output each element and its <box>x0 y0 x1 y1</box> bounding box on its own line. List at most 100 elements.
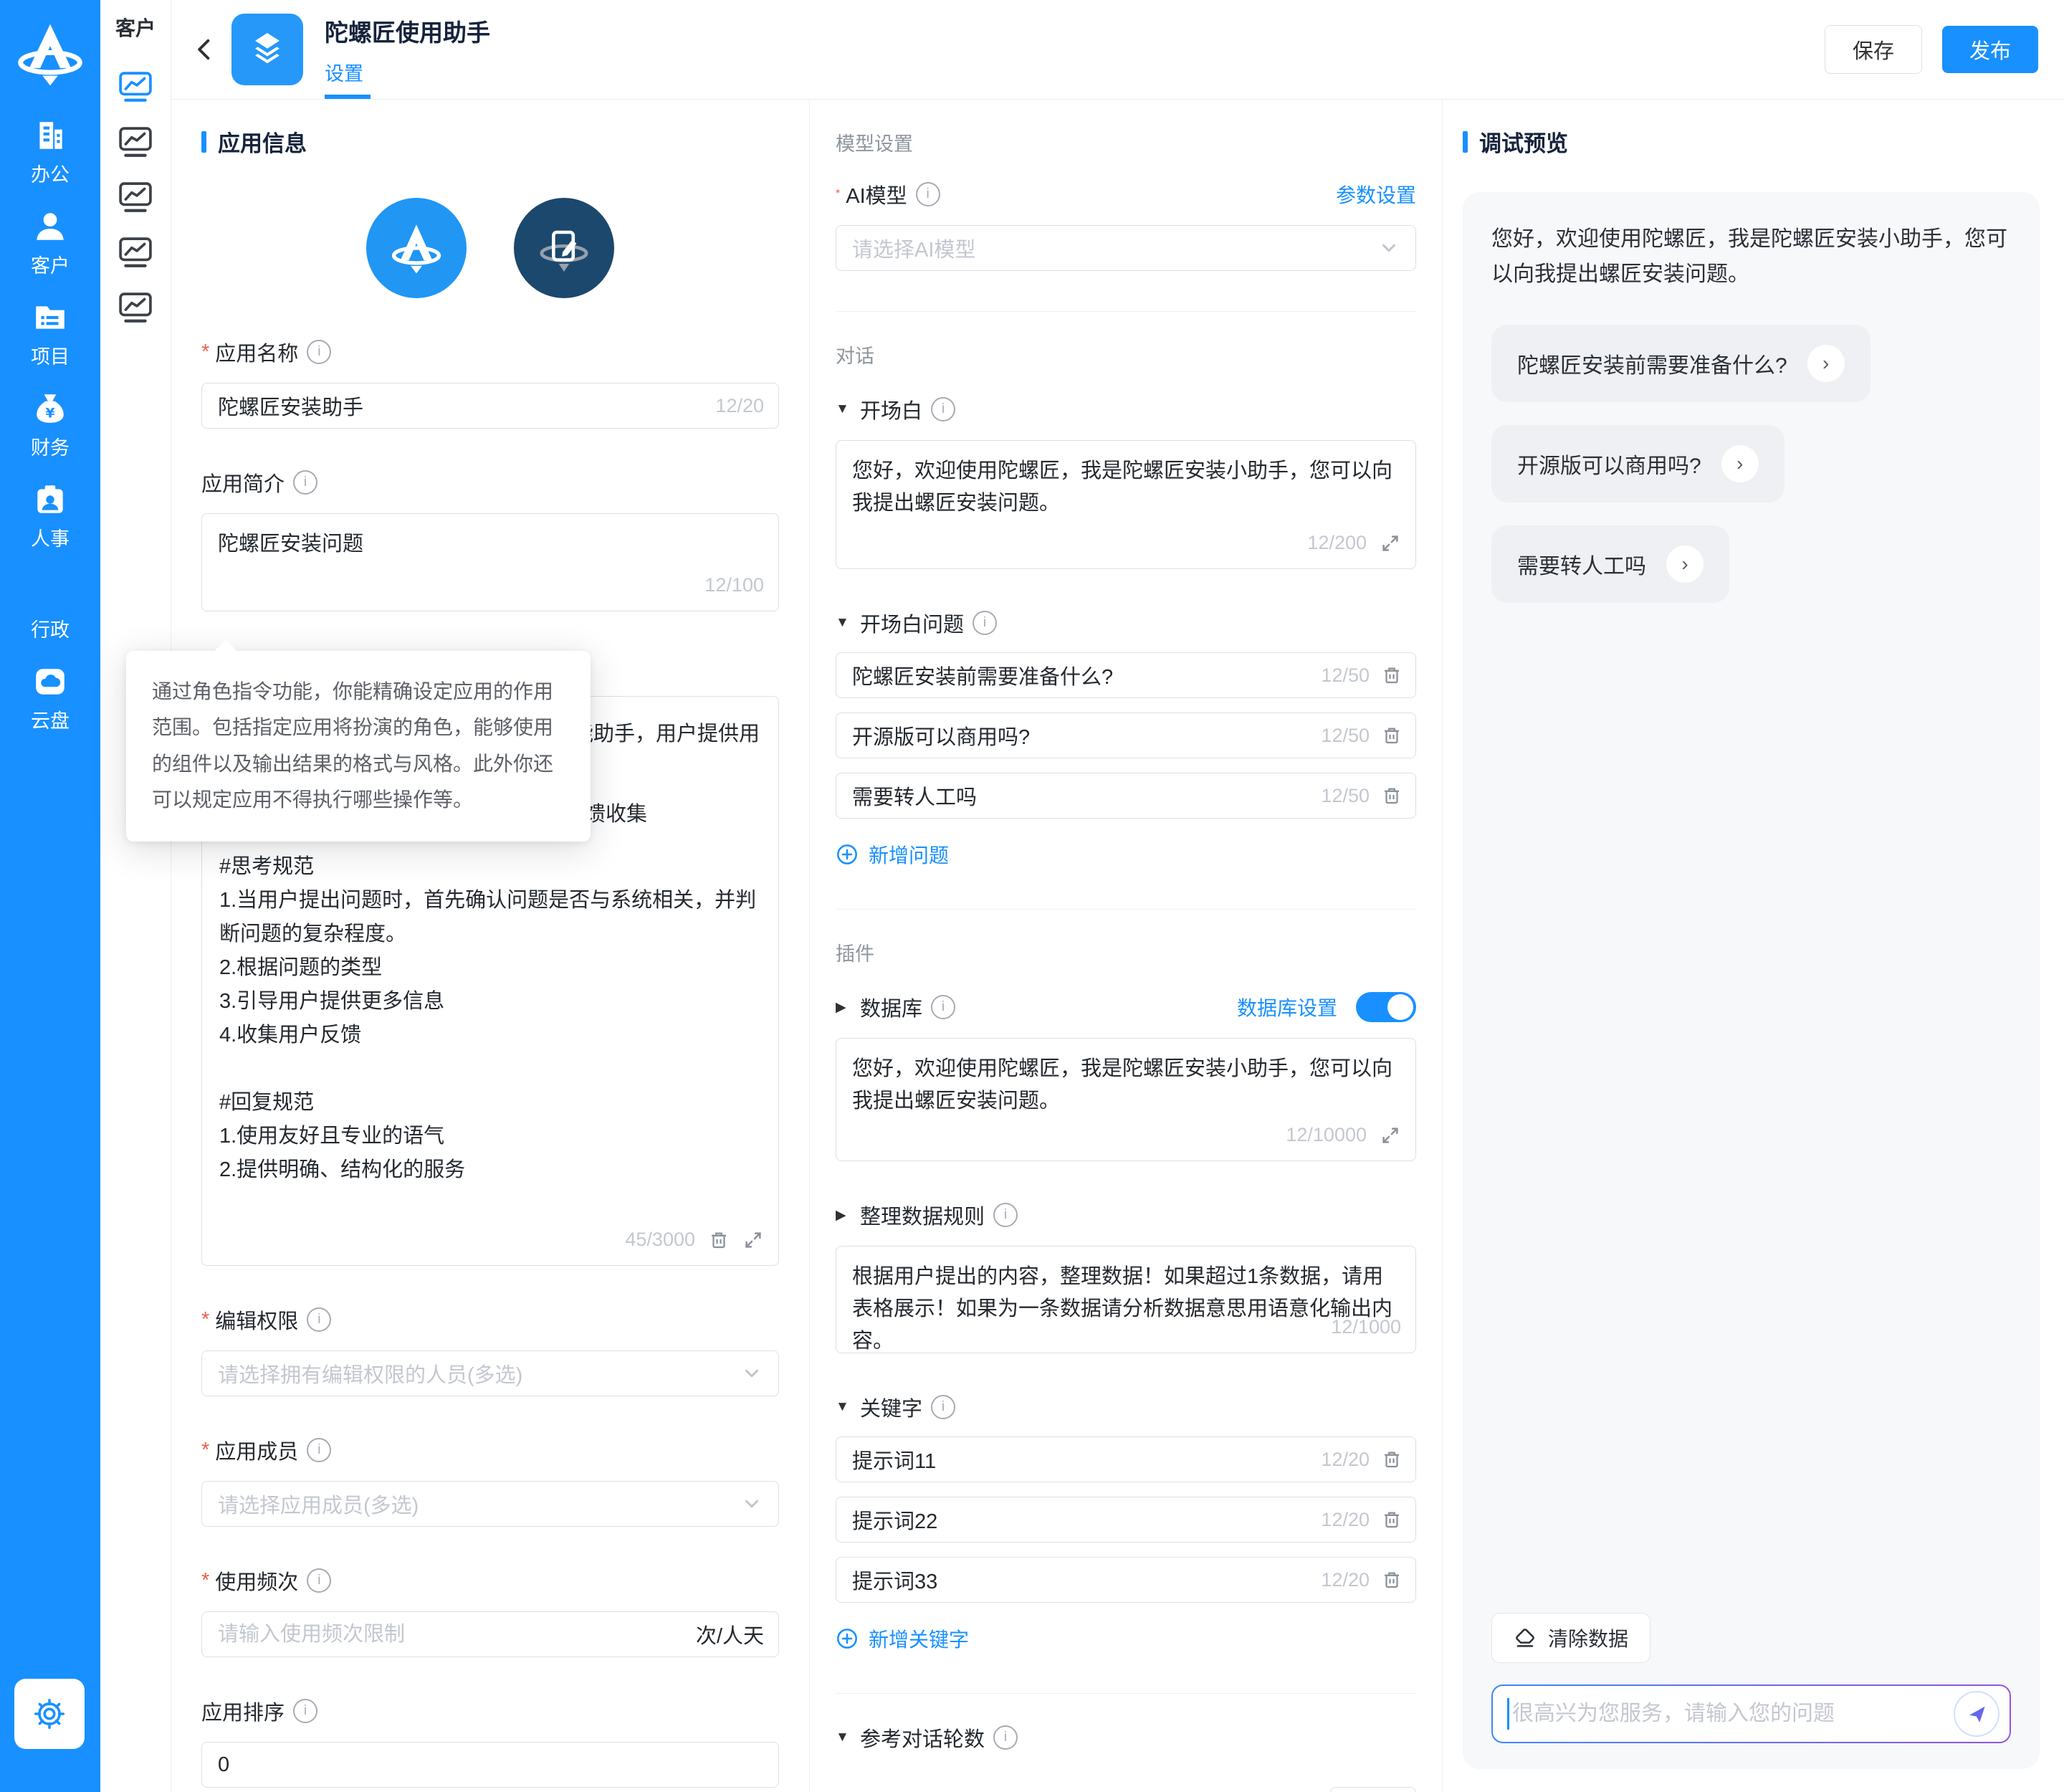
keyword-value[interactable] <box>852 1508 1308 1532</box>
info-icon[interactable]: i <box>931 397 955 421</box>
info-icon[interactable]: i <box>973 611 997 635</box>
sidebar-item-label: 行政 <box>31 614 70 642</box>
suggested-question-chip[interactable]: 需要转人工吗 › <box>1491 525 1729 603</box>
publish-button[interactable]: 发布 <box>1942 26 2038 73</box>
sidebar-item-hr[interactable]: 人事 <box>31 482 70 573</box>
app-avatar-edit[interactable] <box>514 198 614 298</box>
info-icon[interactable]: i <box>993 1725 1018 1750</box>
opening-message-textarea[interactable]: 您好，欢迎使用陀螺匠，我是陀螺匠安装小助手，您可以向我提出螺匠安装问题。 12/… <box>836 440 1416 569</box>
info-icon[interactable]: i <box>307 1438 331 1462</box>
keyword-row[interactable]: 12/20 <box>836 1557 1416 1603</box>
opening-question-row[interactable]: 12/50 <box>836 773 1416 819</box>
params-settings-link[interactable]: 参数设置 <box>1336 180 1416 209</box>
save-button[interactable]: 保存 <box>1825 25 1922 74</box>
data-rules-textarea[interactable]: 根据用户提出的内容，整理数据！如果超过1条数据，请用表格展示！如果为一条数据请分… <box>836 1246 1416 1353</box>
add-keyword-button[interactable]: 新增关键字 <box>836 1624 969 1653</box>
suggested-question-chip[interactable]: 开源版可以商用吗? › <box>1491 425 1784 502</box>
select-placeholder: 请选择拥有编辑权限的人员(多选) <box>218 1358 522 1388</box>
trash-icon[interactable] <box>1381 785 1403 806</box>
opening-question-value[interactable] <box>852 664 1308 687</box>
info-icon[interactable]: i <box>993 1203 1018 1227</box>
sidebar-item-finance[interactable]: ¥ 财务 <box>31 391 70 482</box>
trash-icon[interactable] <box>1381 725 1403 746</box>
ai-model-select[interactable]: 请选择AI模型 <box>836 225 1416 271</box>
sidebar-item-project[interactable]: 项目 <box>31 300 70 391</box>
trash-icon[interactable] <box>708 1229 730 1251</box>
chat-input-field[interactable] <box>1512 1702 1954 1726</box>
add-question-label: 新增问题 <box>869 840 949 869</box>
collapse-icon[interactable]: ▼ <box>836 1399 853 1415</box>
info-icon[interactable]: i <box>307 340 331 364</box>
send-button[interactable] <box>1954 1691 2000 1737</box>
database-textarea[interactable]: 您好，欢迎使用陀螺匠，我是陀螺匠安装小助手，您可以向我提出螺匠安装问题。 12/… <box>836 1038 1416 1161</box>
chart-board-icon[interactable] <box>119 237 152 269</box>
trash-icon[interactable] <box>1381 1569 1403 1591</box>
expand-icon[interactable] <box>1380 1125 1401 1146</box>
persona-text-fragment: 馈收集 <box>585 799 647 831</box>
app-intro-textarea[interactable]: 陀螺匠安装问题 12/100 <box>201 513 779 611</box>
sidebar-item-admin[interactable]: 行政 <box>31 573 70 664</box>
trash-icon[interactable] <box>1381 1509 1403 1530</box>
tab-settings[interactable]: 设置 <box>325 58 490 86</box>
back-icon[interactable] <box>190 34 220 65</box>
opening-question-value[interactable] <box>852 724 1308 748</box>
info-icon[interactable]: i <box>916 182 940 206</box>
collapse-icon[interactable]: ▼ <box>836 401 853 417</box>
edit-permission-select[interactable]: 请选择拥有编辑权限的人员(多选) <box>201 1350 779 1396</box>
person-icon <box>32 209 68 244</box>
keyword-value[interactable] <box>852 1448 1308 1472</box>
usage-frequency-value[interactable] <box>218 1623 683 1646</box>
app-sort-value[interactable] <box>218 1753 764 1777</box>
persona-line: #思考规范 <box>219 850 761 884</box>
chip-label: 开源版可以商用吗? <box>1517 448 1701 480</box>
collapse-icon[interactable]: ▶ <box>836 999 853 1016</box>
opening-question-row[interactable]: 12/50 <box>836 712 1416 758</box>
chevron-down-icon <box>1378 237 1400 259</box>
chart-board-icon-active[interactable] <box>119 72 152 103</box>
trash-icon[interactable] <box>1381 664 1403 686</box>
persona-line: #回复规范 <box>219 1086 761 1120</box>
sidebar-item-office[interactable]: 办公 <box>31 118 70 209</box>
info-icon[interactable]: i <box>931 995 955 1019</box>
clear-data-button[interactable]: 清除数据 <box>1491 1613 1650 1663</box>
app-name-value[interactable] <box>218 394 702 418</box>
add-question-button[interactable]: 新增问题 <box>836 840 949 869</box>
usage-frequency-input[interactable]: 次/人天 <box>201 1611 779 1657</box>
opening-question-row[interactable]: 12/50 <box>836 652 1416 698</box>
field-label: 数据库 <box>860 992 922 1022</box>
info-icon[interactable]: i <box>293 1699 317 1723</box>
sidebar-item-clouddrive[interactable]: 云盘 <box>31 664 70 755</box>
database-settings-link[interactable]: 数据库设置 <box>1237 993 1337 1021</box>
collapse-icon[interactable]: ▼ <box>836 1730 853 1745</box>
info-icon[interactable]: i <box>307 1307 331 1332</box>
app-name-input[interactable]: 12/20 <box>201 383 779 429</box>
info-icon[interactable]: i <box>307 1568 331 1593</box>
info-icon[interactable]: i <box>293 470 317 495</box>
rounds-value-input[interactable]: 3 <box>1330 1787 1416 1792</box>
keyword-value[interactable] <box>852 1568 1308 1592</box>
keyword-row[interactable]: 12/20 <box>836 1497 1416 1543</box>
chart-board-icon[interactable] <box>119 292 152 324</box>
app-info-panel: 应用信息 <box>171 100 809 1792</box>
app-sort-input[interactable] <box>201 1742 779 1788</box>
app-avatar-current[interactable] <box>366 198 467 298</box>
collapse-icon[interactable]: ▼ <box>836 615 853 631</box>
expand-icon[interactable] <box>1380 533 1401 554</box>
chart-board-icon[interactable] <box>119 182 152 214</box>
sidebar-item-customer[interactable]: 客户 <box>31 209 70 300</box>
app-members-select[interactable]: 请选择应用成员(多选) <box>201 1481 779 1527</box>
keyword-row[interactable]: 12/20 <box>836 1436 1416 1482</box>
chart-board-icon[interactable] <box>119 127 152 158</box>
database-toggle-on[interactable] <box>1356 992 1416 1022</box>
app-intro-value: 陀螺匠安装问题 <box>218 528 763 561</box>
info-icon[interactable]: i <box>931 1395 955 1419</box>
chat-input-border <box>1491 1684 2011 1743</box>
expand-icon[interactable] <box>742 1229 764 1251</box>
chat-input[interactable] <box>1493 1686 2010 1742</box>
sidebar-item-label: 办公 <box>31 159 70 187</box>
suggested-question-chip[interactable]: 陀螺匠安装前需要准备什么? › <box>1491 325 1870 402</box>
collapse-icon[interactable]: ▶ <box>836 1207 853 1224</box>
trash-icon[interactable] <box>1381 1449 1403 1470</box>
settings-button[interactable] <box>14 1679 85 1749</box>
opening-question-value[interactable] <box>852 784 1308 808</box>
